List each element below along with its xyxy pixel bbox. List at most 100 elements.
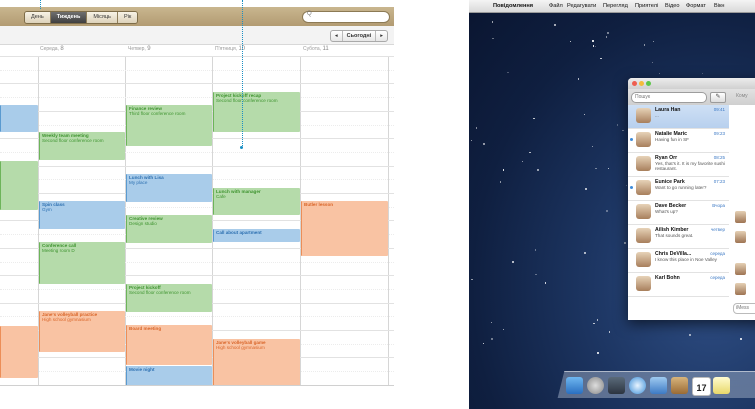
conversation-item[interactable]: Natalie Maric 09:23 Having fun in SF — [628, 129, 729, 153]
calendar-event[interactable]: Weekly team meeting Second floor conferen… — [39, 132, 125, 160]
contacts-icon[interactable] — [671, 377, 688, 394]
calendar-event[interactable] — [0, 161, 38, 210]
safari-icon[interactable] — [629, 377, 646, 394]
minimize-button[interactable] — [639, 81, 644, 86]
avatar — [735, 211, 746, 223]
star — [701, 73, 703, 75]
menu-item-view[interactable]: Перегляд — [603, 0, 628, 12]
star — [529, 151, 531, 154]
conversation-item[interactable]: Laura Han 09:41... — [628, 105, 729, 129]
calendar-event[interactable]: Project kickoff Second floor conference r… — [126, 284, 212, 312]
star — [554, 24, 556, 26]
previous-week-button[interactable]: ◂ — [331, 31, 342, 41]
day-header-sat: Субота, 11 — [303, 46, 329, 52]
star — [470, 139, 473, 142]
conversation-item[interactable]: Eunice Park 07:23 Want to go running later… — [628, 177, 729, 201]
messages-search-input[interactable]: Пошук — [631, 92, 707, 103]
conversation-item[interactable]: Ailish Kimber четвер That sounds great. — [628, 225, 729, 249]
week-grid[interactable]: Weekly team meeting Second floor conferen… — [0, 56, 394, 397]
star — [608, 331, 611, 333]
conversation-list[interactable]: Laura Han 09:41... Natalie Maric 09:23 Havin… — [628, 105, 730, 320]
callout-line — [40, 0, 41, 9]
tab-day[interactable]: День — [25, 12, 51, 23]
calendar-event[interactable] — [0, 326, 38, 378]
message-input[interactable]: iMess — [733, 303, 755, 314]
star — [607, 167, 610, 169]
calendar-event[interactable]: Project kickoff recap Second floor confer… — [213, 92, 300, 132]
star — [643, 44, 646, 46]
conversation-item[interactable]: Chris DeVilla... середа I know this place … — [628, 249, 729, 273]
callout-dot — [240, 146, 243, 149]
calendar-event[interactable]: Conference call Meeting room D — [39, 242, 125, 284]
star — [569, 41, 572, 43]
menu-item-format[interactable]: Формат — [686, 0, 706, 12]
star — [577, 78, 580, 80]
tab-year[interactable]: Рік — [117, 12, 138, 23]
avatar — [636, 108, 651, 123]
calendar-icon[interactable]: 17 — [692, 377, 711, 396]
star — [616, 124, 619, 126]
close-button[interactable] — [632, 81, 637, 86]
conversation-time: середа — [710, 251, 725, 256]
star — [595, 167, 597, 170]
calendar-event[interactable]: Board meeting — [126, 325, 212, 365]
star — [544, 282, 547, 284]
avatar — [636, 228, 651, 243]
conversation-item[interactable]: Karl Bohn середа — [628, 273, 729, 297]
calendar-event[interactable]: Jane's volleyball practice High school gy… — [39, 311, 125, 352]
launchpad-icon[interactable] — [587, 377, 604, 394]
calendar-event[interactable]: Lunch with Lisa My place — [126, 174, 212, 202]
calendar-toolbar: День Тиждень Місяць Рік Q — [0, 7, 394, 27]
star — [592, 146, 594, 148]
menu-item-edit[interactable]: Редагувати — [567, 0, 596, 12]
avatar — [636, 276, 651, 291]
conversation-preview: Having fun in SF — [655, 137, 689, 142]
star — [585, 188, 587, 190]
next-week-button[interactable]: ▸ — [376, 31, 387, 41]
zoom-button[interactable] — [646, 81, 651, 86]
today-button[interactable]: Сьогодні — [341, 31, 377, 41]
tab-week[interactable]: Тиждень — [50, 12, 88, 23]
avatar — [636, 252, 651, 267]
conversation-time: 09:41 — [713, 107, 725, 112]
hour-line — [0, 69, 394, 71]
mail-icon[interactable] — [650, 377, 667, 394]
star — [592, 40, 594, 42]
avatar — [636, 204, 651, 219]
conversation-time: 09:23 — [713, 131, 725, 136]
compose-button[interactable]: ✎ — [710, 92, 726, 103]
star — [475, 127, 478, 129]
star — [584, 113, 586, 115]
menu-item-window[interactable]: Вікн — [714, 0, 725, 12]
menu-item-video[interactable]: Відео — [665, 0, 679, 12]
calendar-nav-bar: ◂ Сьогодні ▸ — [0, 26, 394, 45]
calendar-search-input[interactable]: Q — [302, 11, 390, 23]
calendar-event[interactable]: Creative review Design studio — [126, 215, 212, 243]
callout-line — [242, 0, 243, 148]
conversation-time: середа — [710, 275, 725, 280]
calendar-event[interactable]: Finance review Third floor conference roo… — [126, 105, 212, 146]
conversation-item[interactable]: Dave Becker Вчора What's up? — [628, 201, 729, 225]
conversation-time: четвер — [710, 227, 725, 232]
finder-icon[interactable] — [566, 377, 583, 394]
star — [600, 57, 602, 60]
day-divider — [388, 56, 389, 397]
menu-app-name[interactable]: Повідомлення — [493, 0, 533, 12]
calendar-event[interactable]: Lunch with manager Cafe — [213, 188, 300, 215]
calendar-event[interactable]: Butler lesson — [301, 201, 388, 256]
calendar-event[interactable]: Call about apartment — [213, 229, 300, 242]
star — [483, 342, 485, 345]
tab-month[interactable]: Місяць — [87, 12, 118, 23]
menu-item-buddies[interactable]: Приятелі — [635, 0, 658, 12]
star — [534, 249, 537, 251]
menu-item-file[interactable]: Файл — [549, 0, 563, 12]
star — [605, 36, 608, 38]
conversation-item[interactable]: Ryan Orr 08:25 Yes, that's it. It is my fa… — [628, 153, 729, 177]
calendar-event[interactable] — [0, 105, 38, 132]
mission-control-icon[interactable] — [608, 377, 625, 394]
notes-icon[interactable] — [713, 377, 730, 394]
search-placeholder: Пошук — [635, 94, 651, 100]
calendar-bottom-bar — [0, 385, 394, 397]
calendar-event[interactable]: Spin class Gym — [39, 201, 125, 229]
hour-line — [0, 165, 394, 167]
